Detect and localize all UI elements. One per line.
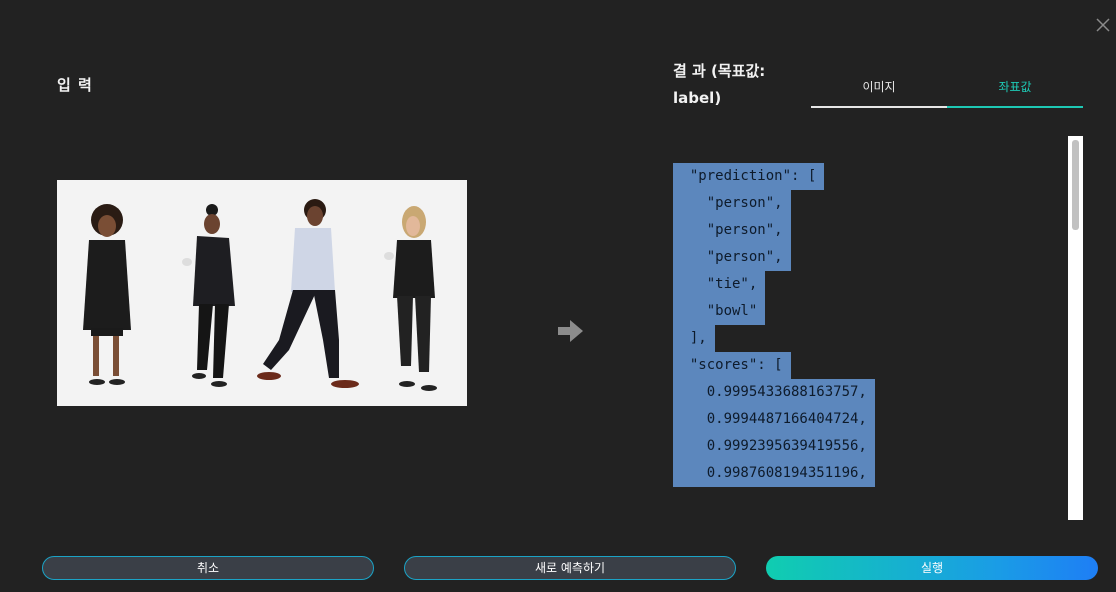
json-line: "person", <box>673 244 875 271</box>
json-line: "scores": [ <box>673 352 875 379</box>
tab-coordinates[interactable]: 좌표값 <box>947 66 1083 108</box>
json-line: "bowl" <box>673 298 875 325</box>
result-tabs: 이미지 좌표값 <box>811 66 1083 108</box>
json-line: 0.9994487166404724, <box>673 406 875 433</box>
tab-image[interactable]: 이미지 <box>811 66 947 108</box>
json-line: ], <box>673 325 875 352</box>
json-line: "person", <box>673 190 875 217</box>
run-button[interactable]: 실행 <box>766 556 1098 580</box>
json-line: "prediction": [ <box>673 163 875 190</box>
scrollbar-thumb[interactable] <box>1072 140 1079 230</box>
close-icon <box>1096 18 1110 32</box>
arrow-right-icon <box>558 320 583 342</box>
json-output-panel[interactable]: "prediction": [ "person", "person", "per… <box>673 136 1083 520</box>
repredict-button[interactable]: 새로 예측하기 <box>404 556 736 580</box>
result-title: 결 과 (목표값: label) <box>673 62 766 107</box>
json-output-text: "prediction": [ "person", "person", "per… <box>673 163 875 487</box>
input-image <box>57 180 467 406</box>
input-title: 입 력 <box>57 76 93 94</box>
json-line: "tie", <box>673 271 875 298</box>
json-scrollbar[interactable] <box>1068 136 1083 520</box>
json-line: 0.9987608194351196, <box>673 460 875 487</box>
json-line: 0.9995433688163757, <box>673 379 875 406</box>
json-line: 0.9992395639419556, <box>673 433 875 460</box>
json-line: "person", <box>673 217 875 244</box>
cancel-button[interactable]: 취소 <box>42 556 374 580</box>
close-button[interactable] <box>1094 16 1112 34</box>
